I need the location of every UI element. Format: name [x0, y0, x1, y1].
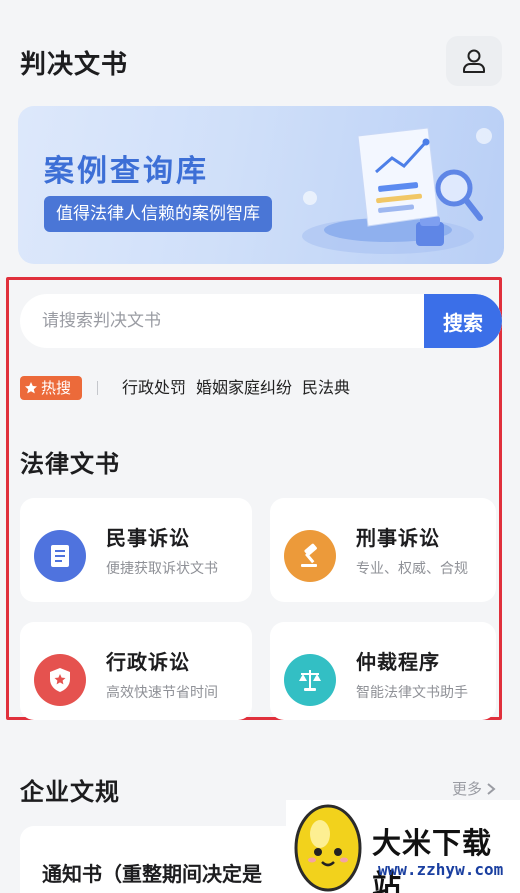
shield-star-icon [34, 654, 86, 706]
enterprise-item-title: 通知书（重整期间决定是 [42, 862, 262, 886]
search-bar: 搜索 [20, 294, 502, 348]
page-title: 判决文书 [20, 50, 129, 80]
banner-title: 案例查询库 [44, 154, 209, 189]
hot-search-row: 热搜 行政处罚 婚姻家庭纠纷 民法典 [20, 376, 490, 400]
card-title: 民事诉讼 [106, 526, 190, 550]
card-title: 仲裁程序 [356, 650, 440, 674]
user-profile-button[interactable] [446, 36, 502, 86]
user-icon [463, 49, 485, 73]
top-bar: 判决文书 [0, 0, 520, 100]
banner-subtitle: 值得法律人信赖的案例智库 [44, 196, 272, 232]
hot-search-badge: 热搜 [20, 376, 82, 400]
case-library-banner[interactable]: 案例查询库 值得法律人信赖的案例智库 [18, 106, 504, 264]
card-desc: 专业、权威、合规 [356, 561, 468, 577]
watermark: 大米下载站 www.zzhyw.com [286, 800, 520, 893]
hot-tag[interactable]: 婚姻家庭纠纷 [196, 376, 292, 400]
rice-mascot-logo-icon [294, 804, 362, 892]
card-arbitration[interactable]: 仲裁程序 智能法律文书助手 [270, 622, 496, 720]
card-desc: 智能法律文书助手 [356, 685, 468, 701]
hot-badge-label: 热搜 [41, 379, 72, 397]
document-chart-illustration-icon [302, 127, 492, 254]
hot-tag[interactable]: 民法典 [302, 376, 350, 400]
search-button[interactable]: 搜索 [424, 294, 502, 348]
card-administrative-litigation[interactable]: 行政诉讼 高效快速节省时间 [20, 622, 252, 720]
search-input[interactable] [20, 294, 424, 348]
card-criminal-litigation[interactable]: 刑事诉讼 专业、权威、合规 [270, 498, 496, 602]
more-link[interactable]: 更多 [452, 778, 496, 799]
card-desc: 便捷获取诉状文书 [106, 561, 218, 577]
hot-tag-list: 行政处罚 婚姻家庭纠纷 民法典 [122, 376, 350, 400]
scales-icon [284, 654, 336, 706]
document-icon [34, 530, 86, 582]
card-title: 行政诉讼 [106, 650, 190, 674]
hot-tag[interactable]: 行政处罚 [122, 376, 186, 400]
gavel-icon [284, 530, 336, 582]
star-icon [25, 382, 37, 394]
legal-docs-section-title: 法律文书 [20, 450, 120, 478]
enterprise-section-title: 企业文规 [20, 778, 120, 806]
more-label: 更多 [452, 780, 483, 798]
watermark-name: 大米下载站 [372, 826, 493, 893]
card-desc: 高效快速节省时间 [106, 685, 218, 701]
divider [97, 381, 98, 395]
chevron-right-icon [487, 782, 496, 795]
card-civil-litigation[interactable]: 民事诉讼 便捷获取诉状文书 [20, 498, 252, 602]
card-title: 刑事诉讼 [356, 526, 440, 550]
watermark-url: www.zzhyw.com [378, 860, 504, 879]
